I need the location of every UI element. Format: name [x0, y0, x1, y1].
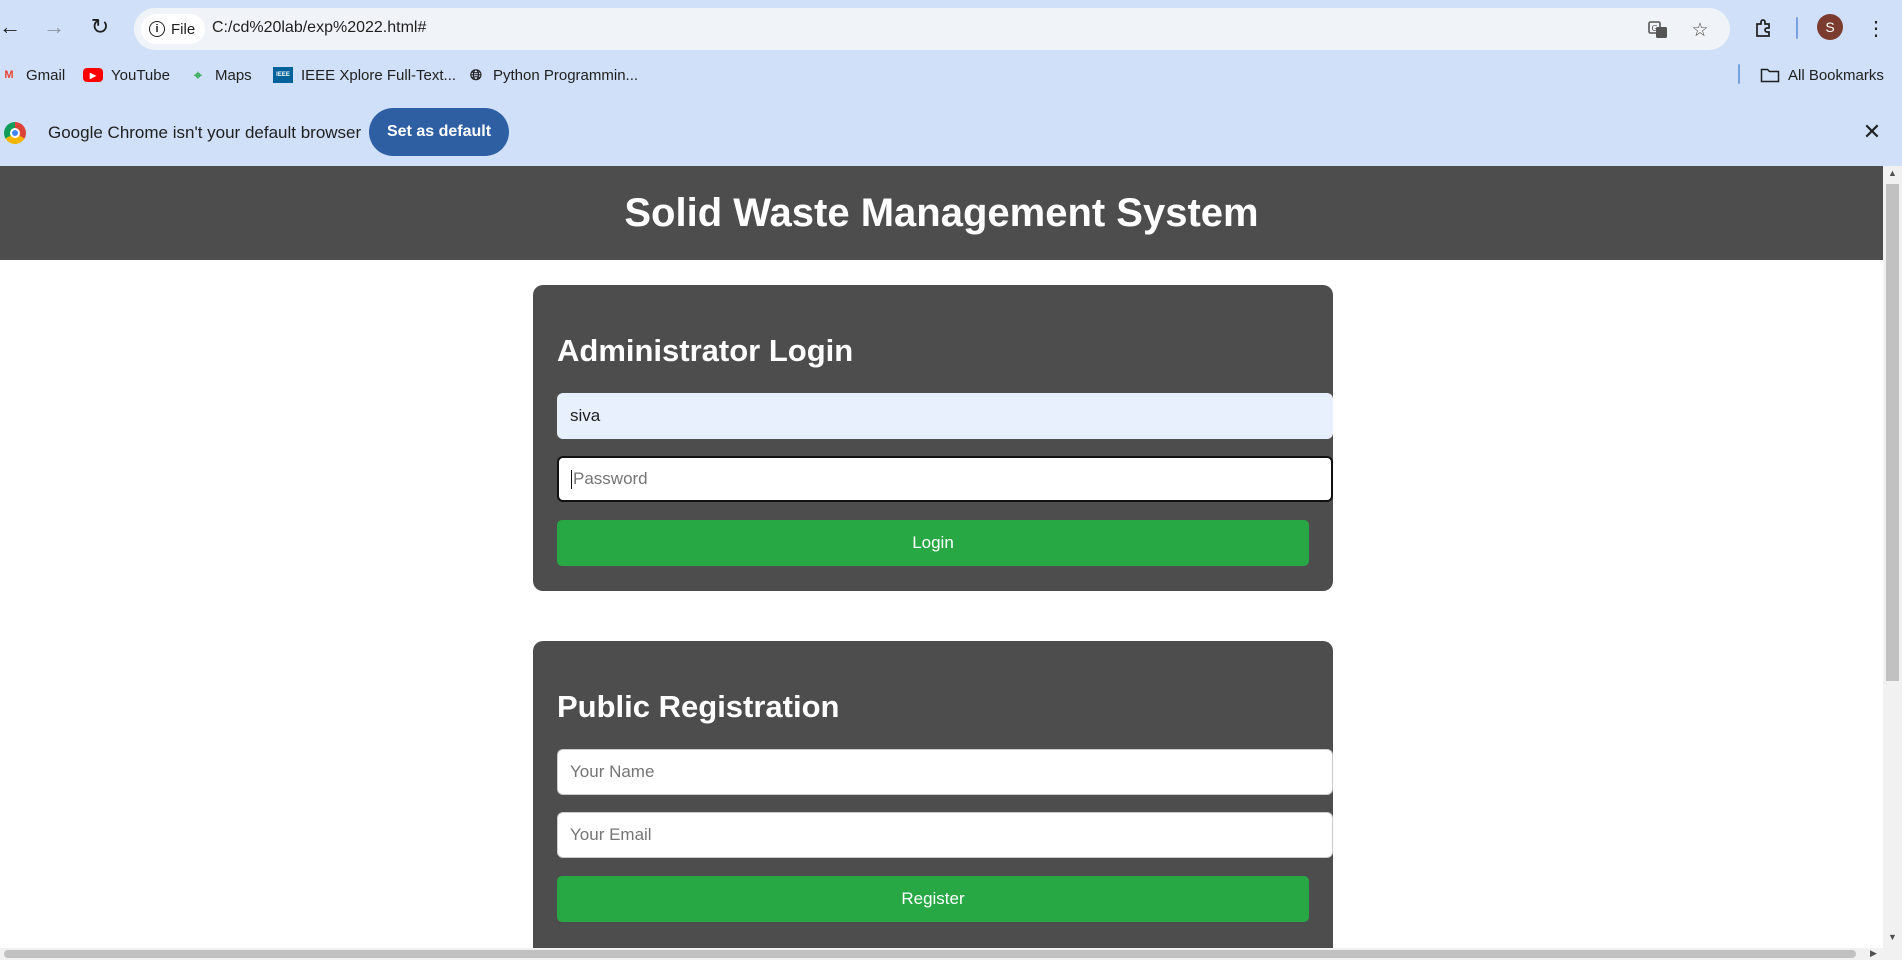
- infobar-message: Google Chrome isn't your default browser: [48, 123, 362, 142]
- password-input[interactable]: Password: [557, 456, 1333, 502]
- vertical-scroll-thumb[interactable]: [1886, 184, 1899, 681]
- close-icon[interactable]: ✕: [1858, 118, 1886, 146]
- horizontal-scroll-thumb[interactable]: [4, 950, 1856, 958]
- registration-panel: Public Registration Your Name Your Email…: [533, 641, 1333, 948]
- folder-icon: [1760, 68, 1780, 83]
- kebab-menu-icon: ⋮: [1866, 17, 1886, 40]
- browser-toolbar: ← → ↻ i File C:/cd%20lab/exp%2022.html# …: [0, 0, 1902, 56]
- bookmark-label: Gmail: [26, 66, 66, 84]
- info-icon: i: [149, 21, 165, 37]
- forward-button[interactable]: →: [36, 9, 72, 45]
- gmail-icon: M: [4, 69, 14, 81]
- username-value: siva: [570, 406, 601, 425]
- register-button[interactable]: Register: [557, 876, 1309, 922]
- bookmark-maps[interactable]: ⌖ Maps: [189, 64, 252, 86]
- bookmark-label: YouTube: [111, 66, 170, 84]
- text-caret: [571, 469, 572, 489]
- all-bookmarks-label: All Bookmarks: [1788, 66, 1884, 84]
- site-header: Solid Waste Management System: [0, 166, 1883, 260]
- scroll-up-icon[interactable]: ▲: [1888, 168, 1897, 178]
- translate-icon[interactable]: G: [1646, 18, 1670, 42]
- site-chip-label: File: [171, 20, 196, 38]
- bookmark-python[interactable]: 🌐︎ Python Programmin...: [467, 64, 638, 86]
- password-placeholder: Password: [573, 469, 648, 488]
- registration-heading: Public Registration: [557, 689, 840, 724]
- username-input[interactable]: siva: [557, 393, 1333, 439]
- scroll-down-icon[interactable]: ▼: [1888, 932, 1897, 942]
- bookmark-gmail[interactable]: M Gmail: [0, 64, 65, 86]
- bookmark-label: Maps: [215, 66, 252, 84]
- login-heading: Administrator Login: [557, 333, 854, 368]
- chrome-logo-icon: [4, 122, 26, 144]
- default-browser-infobar: Google Chrome isn't your default browser: [0, 100, 1902, 166]
- svg-text:G: G: [1652, 24, 1658, 33]
- globe-icon: 🌐︎: [469, 66, 482, 84]
- page-title: Solid Waste Management System: [624, 190, 1259, 235]
- bookmark-label: IEEE Xplore Full-Text...: [301, 66, 457, 84]
- menu-button[interactable]: ⋮: [1860, 12, 1892, 44]
- bookmark-youtube[interactable]: ▶ YouTube: [83, 64, 170, 86]
- back-arrow-icon: ←: [0, 14, 21, 39]
- bookmarks-bar: M Gmail ▶ YouTube ⌖ Maps IEEE IEEE Xplor…: [0, 56, 1902, 92]
- reload-button[interactable]: ↻: [82, 9, 118, 45]
- bookmark-ieee[interactable]: IEEE IEEE Xplore Full-Text...: [273, 64, 456, 86]
- login-panel: Administrator Login siva Password Login: [533, 285, 1333, 591]
- ieee-icon: IEEE: [273, 67, 293, 83]
- site-info-chip[interactable]: i File: [141, 14, 206, 44]
- youtube-icon: ▶: [83, 68, 103, 82]
- bookmark-star-icon[interactable]: ☆: [1688, 18, 1712, 42]
- maps-icon: ⌖: [194, 66, 202, 83]
- login-button[interactable]: Login: [557, 520, 1309, 566]
- name-input[interactable]: Your Name: [557, 749, 1333, 795]
- bookmark-label: Python Programmin...: [493, 66, 639, 84]
- extensions-button[interactable]: [1748, 12, 1780, 44]
- back-button[interactable]: ←: [0, 9, 28, 45]
- scroll-right-icon[interactable]: ▶: [1870, 948, 1877, 959]
- toolbar-separator: [1796, 17, 1798, 39]
- name-placeholder: Your Name: [570, 762, 655, 781]
- page-viewport: Solid Waste Management System Administra…: [0, 166, 1883, 948]
- set-default-button[interactable]: Set as default: [369, 108, 509, 156]
- address-bar[interactable]: i File C:/cd%20lab/exp%2022.html# G ☆: [134, 8, 1730, 50]
- reload-icon: ↻: [90, 14, 110, 39]
- profile-avatar[interactable]: S: [1817, 14, 1843, 40]
- url-text[interactable]: C:/cd%20lab/exp%2022.html#: [212, 19, 426, 37]
- all-bookmarks[interactable]: All Bookmarks: [1760, 64, 1884, 86]
- forward-arrow-icon: →: [43, 14, 65, 39]
- email-input[interactable]: Your Email: [557, 812, 1333, 858]
- bookmarks-separator: [1738, 64, 1740, 84]
- puzzle-icon: [1756, 19, 1770, 37]
- email-placeholder: Your Email: [570, 825, 652, 844]
